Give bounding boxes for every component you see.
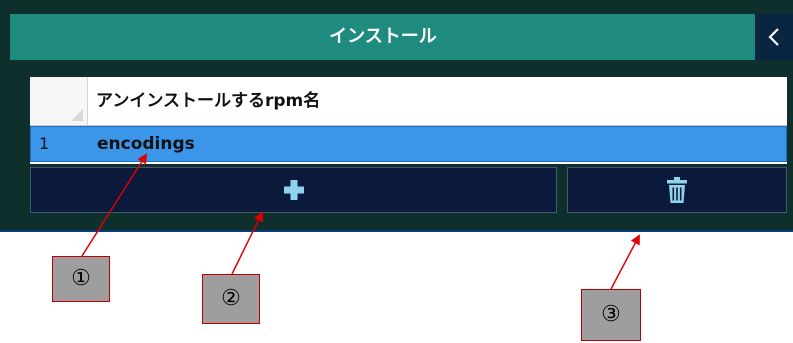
callout-2: ②	[202, 274, 260, 324]
select-all-triangle-icon	[71, 109, 83, 121]
column-header-rpm-name[interactable]: アンインストールするrpm名	[88, 77, 320, 125]
chevron-left-icon	[768, 28, 779, 46]
grid-header-row: アンインストールするrpm名	[30, 77, 787, 126]
row-index: 1	[39, 134, 50, 153]
rpm-name-cell[interactable]: encodings	[89, 127, 195, 161]
callout-1: ①	[52, 256, 110, 302]
panel-title: インストール	[329, 26, 437, 47]
callout-3: ③	[581, 289, 641, 341]
add-button[interactable]	[30, 167, 557, 213]
rpm-grid: アンインストールするrpm名 1 encodings	[30, 77, 787, 164]
install-panel: インストール アンインストールするrpm名 1 encodings	[0, 0, 793, 232]
trash-icon	[667, 177, 687, 203]
table-row[interactable]: 1 encodings	[30, 126, 787, 162]
delete-button[interactable]	[567, 167, 787, 213]
plus-icon	[283, 180, 304, 200]
arrow-3	[610, 234, 640, 290]
title-bar: インストール	[10, 14, 793, 60]
collapse-button[interactable]	[755, 14, 793, 60]
grid-corner-cell[interactable]	[30, 77, 88, 125]
